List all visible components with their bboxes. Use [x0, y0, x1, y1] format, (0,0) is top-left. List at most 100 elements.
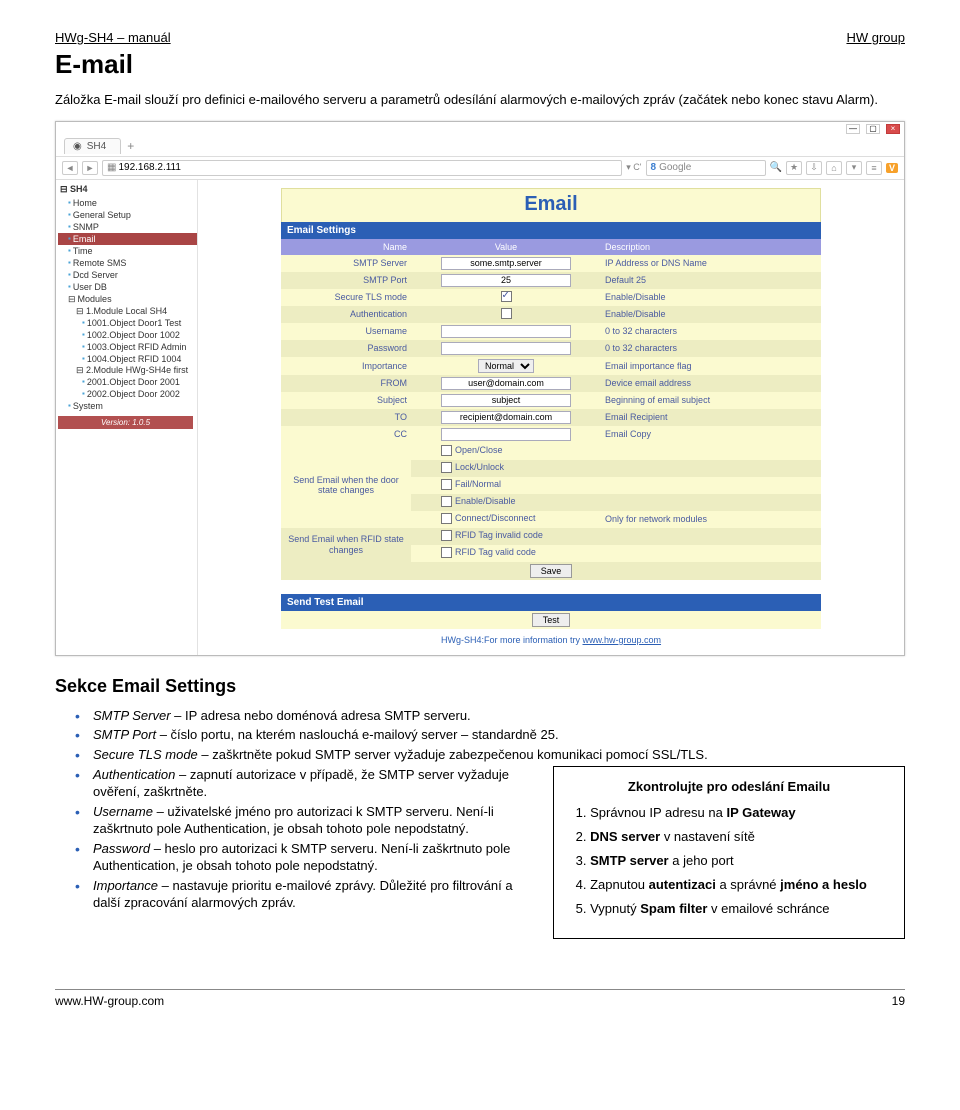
tree-subitem[interactable]: ▪ 2002.Object Door 2002 — [58, 388, 197, 400]
new-tab-button[interactable]: + — [127, 139, 134, 153]
version-label: Version: 1.0.5 — [58, 416, 193, 429]
page-icon: ▪ — [68, 270, 71, 279]
checkbox-secure-tls-mode[interactable] — [501, 291, 512, 302]
marker-icon[interactable]: ▾ — [846, 161, 862, 175]
row-name: Secure TLS mode — [281, 289, 411, 306]
tree-subitem[interactable]: ▪ 1003.Object RFID Admin — [58, 341, 197, 353]
star-icon[interactable]: ★ — [786, 161, 802, 175]
download-icon[interactable]: ⇩ — [806, 161, 822, 175]
tree-item-home[interactable]: ▪ Home — [58, 197, 197, 209]
input-cc[interactable] — [441, 428, 571, 441]
tree-item-snmp[interactable]: ▪ SNMP — [58, 221, 197, 233]
input-subject[interactable] — [441, 394, 571, 407]
checklist-item: Zapnutou autentizaci a správné jméno a h… — [590, 876, 888, 894]
door-group-label: Send Email when the door state changes — [281, 443, 411, 528]
url-bar[interactable]: ▦ 192.168.2.111 — [102, 160, 622, 176]
row-name: SMTP Server — [281, 255, 411, 272]
bullet-item: SMTP Port – číslo portu, na kterém naslo… — [93, 726, 905, 744]
footer-link[interactable]: www.hw-group.com — [583, 635, 662, 645]
tree-item-email[interactable]: ▪ Email — [58, 233, 197, 245]
checkbox-open-close[interactable] — [441, 445, 452, 456]
input-smtp-port[interactable] — [441, 274, 571, 287]
tree-item-remote-sms[interactable]: ▪ Remote SMS — [58, 257, 197, 269]
bullet-item: Authentication – zapnutí autorizace v př… — [93, 766, 531, 801]
home-icon[interactable]: ⌂ — [826, 161, 842, 175]
checkbox-authentication[interactable] — [501, 308, 512, 319]
row-name: Authentication — [281, 306, 411, 323]
settings-header: Email Settings — [281, 222, 821, 239]
checklist-item: Vypnutý Spam filter v emailové schránce — [590, 900, 888, 918]
sidebox-title: Zkontrolujte pro odeslání Emailu — [570, 779, 888, 794]
tree-system[interactable]: ▪ System — [58, 400, 197, 412]
extension-badge[interactable]: V — [886, 163, 898, 173]
menu-icon[interactable]: ≡ — [866, 161, 882, 175]
checkbox-lock-unlock[interactable] — [441, 462, 452, 473]
check-label: Connect/Disconnect — [455, 513, 536, 523]
row-name: CC — [281, 426, 411, 443]
forward-icon[interactable]: ► — [82, 161, 98, 175]
checkbox-fail-normal[interactable] — [441, 479, 452, 490]
row-desc: Email Copy — [601, 426, 821, 443]
tree-item-general-setup[interactable]: ▪ General Setup — [58, 209, 197, 221]
search-engine-icon: 8 — [651, 162, 657, 173]
tree-item-user-db[interactable]: ▪ User DB — [58, 281, 197, 293]
tree-modules[interactable]: ⊟ Modules — [58, 293, 197, 306]
row-desc: 0 to 32 characters — [601, 340, 821, 357]
browser-window: — ▢ × ◉ SH4 + ◄ ► ▦ 192.168.2.111 ▾ C' 8… — [55, 121, 905, 656]
tree-subitem[interactable]: ▪ 1002.Object Door 1002 — [58, 329, 197, 341]
minimize-icon[interactable]: — — [846, 124, 860, 134]
save-button[interactable]: Save — [530, 564, 573, 578]
bullet-item: Password – heslo pro autorizaci k SMTP s… — [93, 840, 531, 875]
tree-subitem[interactable]: ▪ 1004.Object RFID 1004 — [58, 353, 197, 365]
page-icon: ▪ — [68, 234, 71, 243]
checkbox-connect-disconnect[interactable] — [441, 513, 452, 524]
row-desc: Email importance flag — [601, 357, 821, 375]
input-from[interactable] — [441, 377, 571, 390]
checklist-item: Správnou IP adresu na IP Gateway — [590, 804, 888, 822]
check-label: Fail/Normal — [455, 479, 501, 489]
tab-label: SH4 — [87, 141, 106, 152]
row-name: SMTP Port — [281, 272, 411, 289]
search-box[interactable]: 8 Google — [646, 160, 766, 176]
checkbox-rfid-tag-valid-code[interactable] — [441, 547, 452, 558]
row-desc: Email Recipient — [601, 409, 821, 426]
maximize-icon[interactable]: ▢ — [866, 124, 880, 134]
intro-text: Záložka E-mail slouží pro definici e-mai… — [55, 92, 905, 109]
row-desc: 0 to 32 characters — [601, 323, 821, 340]
test-button[interactable]: Test — [532, 613, 571, 627]
footer-left: www.HW-group.com — [55, 994, 164, 1008]
row-name: FROM — [281, 375, 411, 392]
content-title: Email — [281, 188, 821, 222]
input-password[interactable] — [441, 342, 571, 355]
footer-right: 19 — [892, 994, 905, 1008]
tree-item-time[interactable]: ▪ Time — [58, 245, 197, 257]
row-name: TO — [281, 409, 411, 426]
search-icon[interactable]: 🔍 — [770, 162, 782, 173]
tree-item-dcd-server[interactable]: ▪ Dcd Server — [58, 269, 197, 281]
input-username[interactable] — [441, 325, 571, 338]
page-icon: ▪ — [68, 222, 71, 231]
bullet-item: SMTP Server – IP adresa nebo doménová ad… — [93, 707, 905, 725]
search-placeholder: Google — [659, 162, 691, 173]
check-label: Enable/Disable — [455, 496, 516, 506]
input-smtp-server[interactable] — [441, 257, 571, 270]
tree-module-1[interactable]: ⊟ 1.Module Local SH4 — [58, 306, 197, 317]
url-text: 192.168.2.111 — [118, 162, 180, 173]
tree-subitem[interactable]: ▪ 2001.Object Door 2001 — [58, 376, 197, 388]
input-to[interactable] — [441, 411, 571, 424]
checkbox-rfid-tag-invalid-code[interactable] — [441, 530, 452, 541]
browser-tab[interactable]: ◉ SH4 — [64, 138, 121, 154]
row-name: Subject — [281, 392, 411, 409]
bullet-item: Importance – nastavuje prioritu e-mailov… — [93, 877, 531, 912]
back-icon[interactable]: ◄ — [62, 161, 78, 175]
page-icon: ▪ — [68, 198, 71, 207]
tree-subitem[interactable]: ▪ 1001.Object Door1 Test — [58, 317, 197, 329]
tree-root[interactable]: ⊟ SH4 — [58, 182, 197, 197]
page-icon: ▪ — [68, 210, 71, 219]
tree-module-2[interactable]: ⊟ 2.Module HWg-SH4e first — [58, 365, 197, 376]
row-desc: Enable/Disable — [601, 289, 821, 306]
settings-table: Name Value Description SMTP ServerIP Add… — [281, 239, 821, 580]
checkbox-enable-disable[interactable] — [441, 496, 452, 507]
select-importance[interactable]: Normal — [478, 359, 534, 373]
close-icon[interactable]: × — [886, 124, 900, 134]
